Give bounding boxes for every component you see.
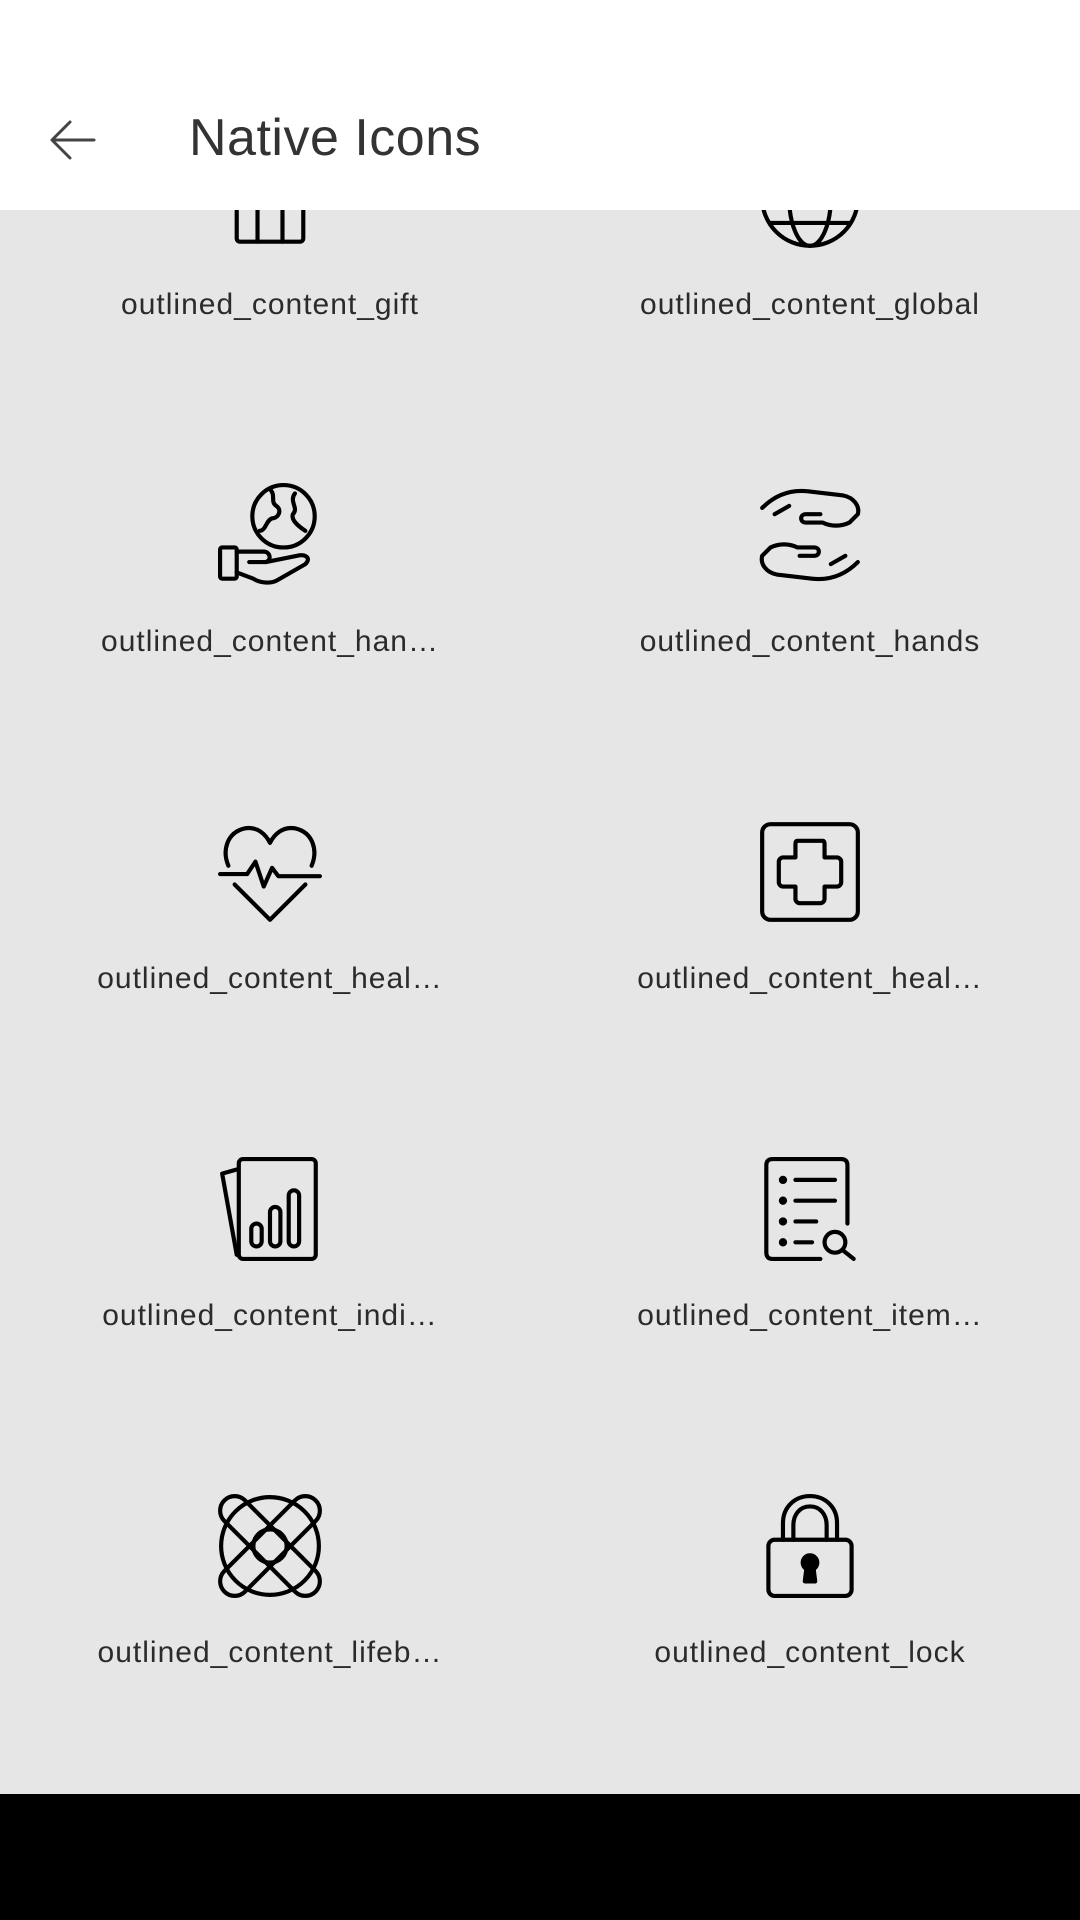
medical-cross-icon: [760, 822, 860, 922]
icon-tile-gift[interactable]: outlined_content_gift: [0, 210, 540, 399]
lifebuoy-icon: [218, 1494, 322, 1598]
arrow-left-icon: [50, 120, 96, 160]
icon-tile-items[interactable]: outlined_content_item…: [540, 1073, 1080, 1410]
hands-icon: [759, 488, 861, 582]
icon-tile-lock[interactable]: outlined_content_lock: [540, 1410, 1080, 1747]
icon-tile-label: outlined_content_heal…: [637, 962, 983, 995]
gift-icon: [234, 210, 306, 244]
icon-tile-label: outlined_content_hands: [639, 625, 981, 658]
icon-tile-lifebuoy[interactable]: outlined_content_lifeb…: [0, 1410, 540, 1747]
lock-icon: [766, 1494, 854, 1598]
icon-grid-scroll-area[interactable]: outlined_content_gift outlined_content_g…: [0, 210, 1080, 1794]
icon-tile-global[interactable]: outlined_content_global: [540, 210, 1080, 399]
app-screen: Native Icons outlined_content_gift outli…: [0, 0, 1080, 1920]
icon-tile-label: outlined_content_heal…: [97, 962, 443, 995]
icon-tile-label: outlined_content_item…: [637, 1299, 983, 1332]
icon-tile-health-heart[interactable]: outlined_content_heal…: [0, 736, 540, 1073]
list-search-icon: [764, 1157, 856, 1261]
status-bar: [0, 0, 1080, 70]
icon-tile-label: outlined_content_lock: [654, 1636, 966, 1669]
icon-tile-label: outlined_content_global: [640, 288, 980, 321]
icon-tile-hand-globe[interactable]: outlined_content_han…: [0, 399, 540, 736]
bar-chart-document-icon: [220, 1157, 318, 1261]
page-title: Native Icons: [189, 109, 482, 167]
system-navigation-bar: [0, 1794, 1080, 1920]
globe-icon: [761, 210, 859, 248]
icon-tile-label: outlined_content_indi…: [102, 1299, 438, 1332]
icon-tile-health-cross[interactable]: outlined_content_heal…: [540, 736, 1080, 1073]
hand-with-globe-icon: [218, 483, 317, 585]
icon-tile-hands[interactable]: outlined_content_hands: [540, 399, 1080, 736]
icon-tile-label: outlined_content_han…: [101, 625, 439, 658]
back-button[interactable]: [34, 100, 114, 180]
heart-pulse-icon: [218, 825, 322, 922]
icon-tile-indicators[interactable]: outlined_content_indi…: [0, 1073, 540, 1410]
app-bar: Native Icons: [0, 70, 1080, 210]
icon-tile-label: outlined_content_gift: [121, 288, 419, 321]
icon-tile-label: outlined_content_lifeb…: [97, 1636, 443, 1669]
